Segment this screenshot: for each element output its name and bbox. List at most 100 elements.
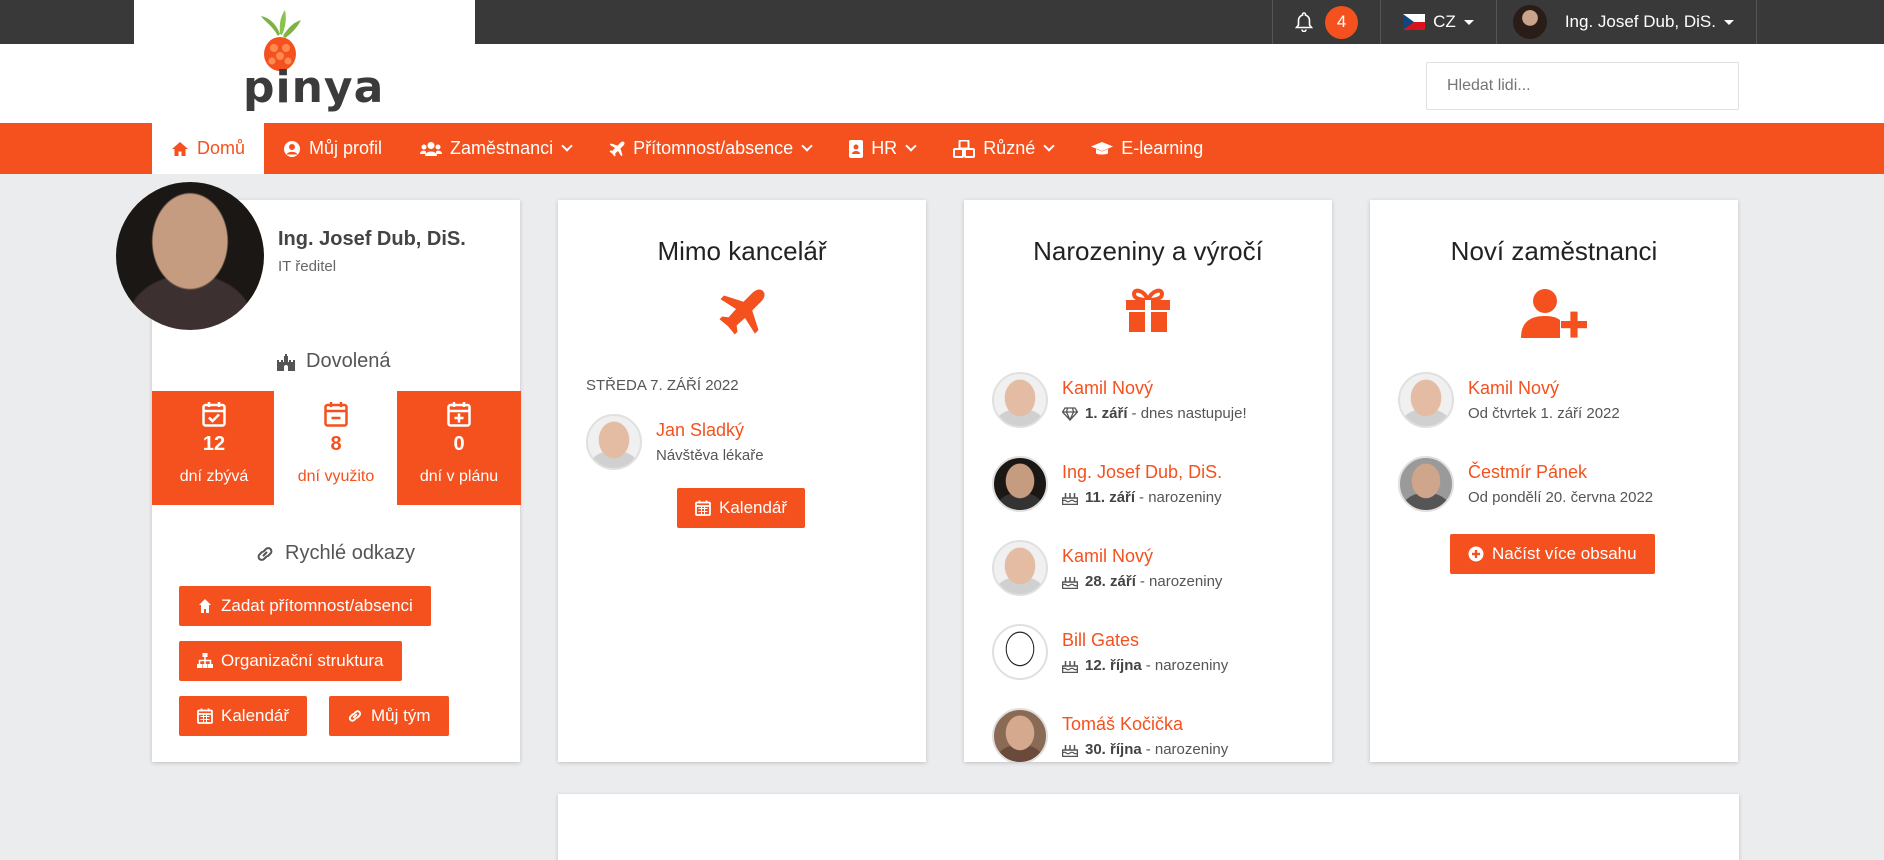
top-right-menu: 4 CZ Ing. Josef Dub, DiS. (1272, 0, 1757, 44)
start-date: Od pondělí 20. června 2022 (1468, 489, 1654, 506)
person-name-link[interactable]: Kamil Nový (1062, 546, 1222, 567)
user-plus-icon-wrap (1370, 288, 1738, 338)
stat-label: dní využito (297, 468, 375, 485)
list-item: Tomáš Kočička 30. října - narozeniny (992, 708, 1228, 762)
home-icon (172, 141, 188, 156)
event-info: 30. října - narozeniny (1062, 741, 1228, 758)
list-item: Kamil Nový 28. září - narozeniny (992, 540, 1222, 596)
person-name-link[interactable]: Čestmír Pánek (1468, 462, 1653, 483)
person-avatar[interactable] (992, 372, 1048, 428)
stat-days-remaining: 12 dní zbývá (152, 391, 276, 505)
profile-avatar[interactable] (116, 182, 264, 330)
stat-label: dní v plánu (419, 468, 499, 485)
plus-circle-icon (1468, 546, 1484, 562)
nav-item-attendance[interactable]: Přítomnost/absence (590, 123, 830, 174)
notification-count-badge: 4 (1325, 5, 1359, 39)
nav-item-elearning[interactable]: E-learning (1072, 123, 1222, 174)
person-avatar[interactable] (1398, 456, 1454, 512)
main-nav: Domů Můj profil Zaměstnanci Přítomnost/a… (0, 123, 1884, 174)
plane-icon-wrap (558, 288, 926, 336)
link-icon (257, 546, 273, 561)
person-name-link[interactable]: Kamil Nový (1468, 378, 1620, 399)
user-plus-icon (1521, 289, 1587, 338)
load-more-button[interactable]: Načíst více obsahu (1450, 534, 1655, 574)
event-info: 1. září - dnes nastupuje! (1062, 405, 1247, 422)
card-title: Noví zaměstnanci (1450, 236, 1658, 266)
person-avatar[interactable] (992, 708, 1048, 762)
event-suffix: - narozeniny (1139, 489, 1222, 506)
language-label: CZ (1433, 12, 1456, 31)
button-label: Můj tým (371, 706, 431, 725)
czech-flag-icon (1403, 14, 1426, 30)
new-employees-card: Noví zaměstnanci Kamil Nový Od čtvrtek 1… (1370, 200, 1738, 762)
nav-item-label: Zaměstnanci (450, 138, 554, 158)
user-menu-dropdown[interactable]: Ing. Josef Dub, DiS. (1495, 0, 1757, 44)
calendar-button[interactable]: Kalendář (677, 488, 806, 528)
person-avatar[interactable] (992, 456, 1048, 512)
plane-icon (719, 289, 765, 335)
notifications-button[interactable]: 4 (1272, 0, 1380, 44)
calendar-button[interactable]: Kalendář (179, 696, 308, 736)
language-dropdown[interactable]: CZ (1380, 0, 1496, 44)
person-name-link[interactable]: Jan Sladký (656, 420, 764, 441)
nav-item-hr[interactable]: HR (830, 123, 934, 174)
gift-icon (1126, 288, 1170, 332)
person-name-link[interactable]: Tomáš Kočička (1062, 714, 1228, 735)
org-structure-button[interactable]: Organizační struktura (179, 641, 402, 681)
cake-icon (1062, 660, 1078, 673)
nav-item-home[interactable]: Domů (152, 123, 265, 174)
id-badge-icon (849, 139, 864, 158)
person-name-link[interactable]: Kamil Nový (1062, 378, 1247, 399)
person-name-link[interactable]: Ing. Josef Dub, DiS. (1062, 462, 1222, 483)
calendar-icon (197, 708, 213, 724)
list-item: Ing. Josef Dub, DiS. 11. září - narozeniny (992, 456, 1222, 512)
nav-item-label: Přítomnost/absence (633, 138, 794, 158)
list-item: Kamil Nový Od čtvrtek 1. září 2022 (1398, 372, 1620, 428)
out-of-office-date: STŘEDA 7. ZÁŘÍ 2022 (586, 377, 739, 394)
caret-down-icon (1463, 19, 1474, 25)
event-info: 12. října - narozeniny (1062, 657, 1228, 674)
link-icon (348, 710, 362, 722)
button-label: Kalendář (221, 706, 290, 725)
absence-reason: Návštěva lékaře (656, 447, 764, 464)
search-people-input[interactable] (1426, 62, 1739, 110)
castle-icon (277, 353, 295, 371)
event-info: 11. září - narozeniny (1062, 489, 1222, 506)
card-title: Mimo kancelář (657, 236, 827, 266)
nav-item-misc[interactable]: Různé (934, 123, 1072, 174)
pinya-logo[interactable]: pinya (243, 8, 383, 113)
person-avatar[interactable] (992, 624, 1048, 680)
button-label: Zadat přítomnost/absenci (221, 596, 413, 615)
person-avatar[interactable] (992, 540, 1048, 596)
event-info: 28. září - narozeniny (1062, 573, 1222, 590)
event-suffix: - narozeniny (1145, 741, 1229, 758)
person-name-link[interactable]: Bill Gates (1062, 630, 1228, 651)
gift-icon-wrap (964, 288, 1332, 332)
bottom-card (558, 794, 1739, 860)
my-team-button[interactable]: Můj tým (329, 696, 449, 736)
person-avatar[interactable] (586, 414, 642, 470)
quick-links-title-label: Rychlé odkazy (285, 542, 416, 564)
event-date: 30. října (1085, 741, 1142, 758)
nav-item-employees[interactable]: Zaměstnanci (401, 123, 590, 174)
add-attendance-button[interactable]: Zadat přítomnost/absenci (179, 586, 431, 626)
user-avatar (1512, 5, 1547, 39)
calendar-icon (695, 500, 711, 516)
chevron-down-icon (905, 140, 917, 152)
cubes-icon (953, 139, 976, 158)
stat-days-planned: 0 dní v plánu (397, 391, 521, 505)
nav-item-my-profile[interactable]: Můj profil (264, 123, 401, 174)
stat-label: dní zbývá (179, 468, 249, 485)
diamond-icon (1062, 406, 1078, 421)
person-avatar[interactable] (1398, 372, 1454, 428)
nav-item-label: Různé (983, 138, 1036, 158)
profile-role: IT ředitel (278, 258, 337, 275)
list-item: Bill Gates 12. října - narozeniny (992, 624, 1228, 680)
event-date: 12. října (1085, 657, 1142, 674)
stat-value: 8 (330, 433, 342, 455)
chevron-down-icon (1043, 140, 1055, 152)
cake-icon (1062, 576, 1078, 589)
vacation-title-label: Dovolená (306, 350, 391, 372)
card-title: Narozeniny a výročí (1033, 236, 1263, 266)
chevron-down-icon (801, 140, 813, 152)
